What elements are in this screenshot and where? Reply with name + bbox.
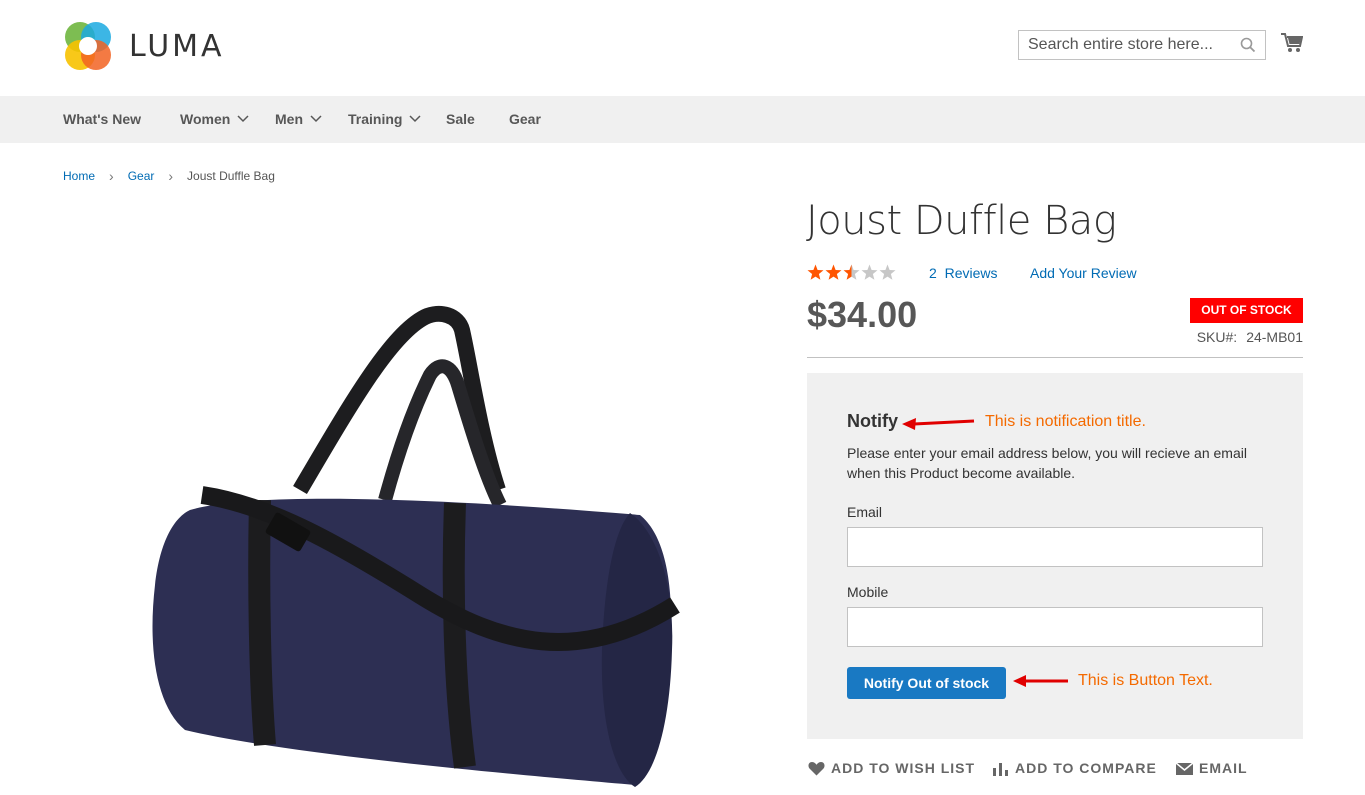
- cart-icon[interactable]: [1281, 32, 1303, 54]
- stock-status-badge: OUT OF STOCK: [1190, 298, 1303, 323]
- nav-item-gear[interactable]: Gear: [509, 111, 541, 127]
- product-sku: SKU#: 24-MB01: [1197, 329, 1303, 345]
- star-rating-icon: [807, 264, 896, 280]
- heart-icon: [808, 761, 825, 775]
- rating-summary[interactable]: [807, 264, 897, 282]
- sku-value: 24-MB01: [1246, 329, 1303, 345]
- main-navigation: What's New Women Men Training Sale Gear: [0, 96, 1365, 143]
- nav-item-sale[interactable]: Sale: [446, 111, 475, 127]
- chevron-down-icon: [237, 115, 249, 123]
- luma-logo-icon: [65, 22, 111, 70]
- mobile-field[interactable]: [847, 607, 1263, 647]
- nav-item-men[interactable]: Men: [275, 111, 322, 127]
- sku-label: SKU#:: [1196, 329, 1238, 345]
- page-header: LUMA: [0, 0, 1365, 96]
- add-review-link[interactable]: Add Your Review: [1030, 265, 1137, 281]
- notify-description: Please enter your email address below, y…: [847, 445, 1247, 481]
- breadcrumb-separator-icon: ›: [168, 168, 174, 184]
- compare-chart-icon: [993, 762, 1008, 776]
- notify-out-of-stock-button[interactable]: Notify Out of stock: [847, 667, 1006, 699]
- annotation-button-note: This is Button Text.: [1078, 672, 1213, 689]
- nav-item-training[interactable]: Training: [348, 111, 421, 127]
- annotation-title-note: This is notification title.: [985, 413, 1146, 430]
- reviews-link[interactable]: 2 Reviews: [929, 265, 997, 281]
- breadcrumb-home[interactable]: Home: [63, 169, 95, 183]
- mobile-label: Mobile: [847, 584, 889, 600]
- divider: [807, 357, 1303, 358]
- store-logo[interactable]: LUMA: [63, 20, 225, 72]
- annotation-arrow-icon: [1013, 675, 1068, 687]
- email-label: Email: [847, 504, 883, 520]
- breadcrumb: Home › Gear › Joust Duffle Bag: [63, 168, 275, 184]
- notify-title: Notify: [847, 411, 898, 431]
- email-field[interactable]: [847, 527, 1263, 567]
- product-image[interactable]: [140, 305, 700, 795]
- product-price: $34.00: [807, 294, 918, 335]
- search-input[interactable]: [1019, 31, 1233, 59]
- envelope-icon: [1176, 761, 1193, 775]
- add-to-wishlist-link[interactable]: Add to Wish List: [808, 760, 975, 776]
- nav-item-women[interactable]: Women: [180, 111, 249, 127]
- product-title: Joust Duffle Bag: [806, 198, 1117, 244]
- nav-item-whats-new[interactable]: What's New: [63, 111, 141, 127]
- email-to-friend-link[interactable]: Email: [1176, 760, 1248, 776]
- add-to-compare-link[interactable]: Add to Compare: [992, 760, 1157, 776]
- annotation-arrow-icon: [902, 418, 975, 430]
- chevron-down-icon: [310, 115, 322, 123]
- search-box: [1018, 30, 1266, 60]
- brand-name: LUMA: [129, 28, 225, 64]
- chevron-down-icon: [409, 115, 421, 123]
- search-icon[interactable]: [1240, 37, 1256, 53]
- breadcrumb-separator-icon: ›: [109, 168, 114, 184]
- breadcrumb-current: Joust Duffle Bag: [187, 169, 275, 183]
- breadcrumb-gear[interactable]: Gear: [128, 169, 155, 183]
